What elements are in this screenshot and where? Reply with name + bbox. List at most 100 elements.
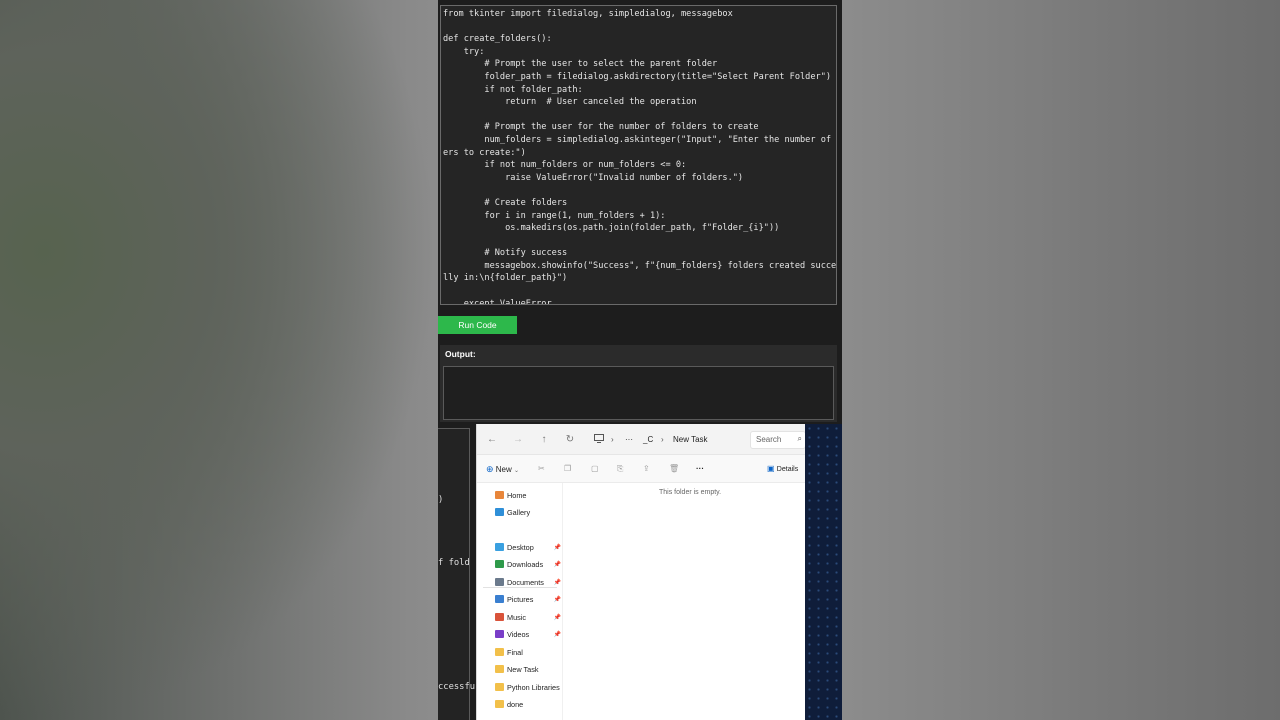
chevron-right-icon: › xyxy=(611,435,614,444)
refresh-icon[interactable]: ↻ xyxy=(564,434,576,446)
sidebar-item-label: Gallery xyxy=(507,507,531,517)
sidebar-item-label: Desktop xyxy=(507,542,534,552)
copy-icon[interactable]: ❐ xyxy=(564,463,571,475)
sidebar-item-pictures[interactable]: Pictures 📌 xyxy=(495,592,563,606)
code-line: try: xyxy=(443,46,485,57)
code-line: if not num_folders or num_folders <= 0: xyxy=(443,160,687,171)
code-line: if not folder_path: xyxy=(443,84,583,95)
code-line: raise ValueError("Invalid number of fold… xyxy=(443,172,744,183)
delete-icon[interactable]: 🗑 xyxy=(669,463,679,475)
code-fragment: f fold xyxy=(438,558,470,568)
plus-icon: ⊕ xyxy=(486,464,494,474)
code-line: ers to create:") xyxy=(443,147,526,158)
pin-icon: 📌 xyxy=(553,544,561,551)
sidebar-item-new-task[interactable]: New Task xyxy=(495,662,563,676)
sidebar-item-documents[interactable]: Documents 📌 xyxy=(495,575,563,589)
new-button[interactable]: ⊕ New ⌄ xyxy=(486,463,519,477)
sidebar-item-label: Python Libraries xyxy=(507,682,560,692)
paste-icon[interactable]: ▢ xyxy=(591,463,599,475)
sidebar-item-label: Documents xyxy=(507,577,544,587)
file-explorer-window: ← → ↑ ↻ › ··· _C › New Task Search ⌕ ⊕ N… xyxy=(476,424,805,720)
output-panel: Output: xyxy=(440,345,837,422)
code-line: lly in:\n{folder_path}") xyxy=(443,273,568,284)
sidebar-item-videos[interactable]: Videos 📌 xyxy=(495,627,563,641)
search-input[interactable]: Search ⌕ xyxy=(750,431,805,449)
documents-icon xyxy=(495,578,504,586)
code-line: from tkinter import filedialog, simpledi… xyxy=(443,9,733,19)
code-line: # Prompt the user to select the parent f… xyxy=(443,59,718,70)
sidebar-item-label: Home xyxy=(507,490,527,500)
music-icon xyxy=(495,613,504,621)
search-placeholder: Search xyxy=(756,435,782,444)
pin-icon: 📌 xyxy=(553,614,561,621)
cut-icon[interactable]: ✂ xyxy=(538,463,545,475)
sidebar-item-label: Downloads xyxy=(507,559,544,569)
pictures-icon xyxy=(495,595,504,603)
code-line: def create_folders(): xyxy=(443,34,552,45)
downloads-icon xyxy=(495,560,504,568)
command-bar: ⊕ New ⌄ ✂ ❐ ▢ ⎘ ⇪ 🗑 ··· ▣ Details xyxy=(477,455,805,483)
more-options-icon[interactable]: ··· xyxy=(696,463,704,475)
code-line: num_folders = simpledialog.askinteger("I… xyxy=(443,134,837,145)
chevron-right-icon: › xyxy=(661,435,664,444)
code-fragment: ccessfu xyxy=(438,682,476,692)
folder-icon xyxy=(495,648,504,656)
sidebar-item-label: Pictures xyxy=(507,594,534,604)
new-label: New xyxy=(495,465,512,474)
up-arrow-icon[interactable]: ↑ xyxy=(538,434,550,446)
sidebar-item-label: Videos xyxy=(507,629,530,639)
output-area[interactable] xyxy=(443,366,834,420)
home-icon xyxy=(495,491,504,499)
sidebar-item-label: New Task xyxy=(507,664,539,674)
back-arrow-icon[interactable]: ← xyxy=(486,434,498,446)
more-dots-icon[interactable]: ··· xyxy=(625,434,633,446)
sidebar-item-downloads[interactable]: Downloads 📌 xyxy=(495,557,563,571)
breadcrumb-item[interactable]: New Task xyxy=(673,434,708,446)
code-line: for i in range(1, num_folders + 1): xyxy=(443,210,666,221)
code-editor[interactable]: from tkinter import filedialog, simpledi… xyxy=(440,5,837,305)
code-line: # Create folders xyxy=(443,197,568,208)
sidebar-item-final[interactable]: Final xyxy=(495,645,563,659)
sidebar-item-done[interactable]: done xyxy=(495,697,563,711)
output-label: Output: xyxy=(445,349,476,359)
pin-icon: 📌 xyxy=(553,579,561,586)
background-blur xyxy=(0,0,438,720)
chevron-down-icon: ⌄ xyxy=(514,468,520,474)
navigation-pane: Home Gallery Desktop 📌 Downloads 📌 Documents 📌 P… xyxy=(477,483,563,720)
forward-arrow-icon[interactable]: → xyxy=(512,434,524,446)
code-line: # Notify success xyxy=(443,248,568,259)
folder-icon xyxy=(495,683,504,691)
folder-icon xyxy=(495,665,504,673)
code-line: return # User canceled the operation xyxy=(443,97,697,108)
run-code-button[interactable]: Run Code xyxy=(438,316,517,334)
background-window xyxy=(805,424,842,720)
desktop-icon xyxy=(495,543,504,551)
gallery-icon xyxy=(495,508,504,516)
address-bar: ← → ↑ ↻ › ··· _C › New Task Search ⌕ xyxy=(477,424,805,455)
details-label: Details xyxy=(776,466,799,473)
rename-icon[interactable]: ⎘ xyxy=(617,463,623,475)
monitor-icon[interactable] xyxy=(593,434,605,446)
sidebar-item-desktop[interactable]: Desktop 📌 xyxy=(495,540,563,554)
breadcrumb-item[interactable]: _C xyxy=(643,434,653,446)
search-icon: ⌕ xyxy=(797,434,802,443)
sidebar-item-label: Final xyxy=(507,647,523,657)
sidebar-item-python-libraries[interactable]: Python Libraries xyxy=(495,680,563,694)
pin-icon: 📌 xyxy=(553,631,561,638)
empty-folder-message: This folder is empty. xyxy=(659,489,722,496)
code-line: os.makedirs(os.path.join(folder_path, f"… xyxy=(443,223,780,234)
code-line: except ValueError xyxy=(443,298,552,305)
sidebar-item-gallery[interactable]: Gallery xyxy=(495,505,563,519)
code-line: folder_path = filedialog.askdirectory(ti… xyxy=(443,71,832,82)
sidebar-item-music[interactable]: Music 📌 xyxy=(495,610,563,624)
details-button[interactable]: ▣ Details xyxy=(767,463,798,476)
sidebar-item-home[interactable]: Home xyxy=(495,488,563,502)
details-pane-icon: ▣ xyxy=(767,464,775,473)
pin-icon: 📌 xyxy=(553,561,561,568)
videos-icon xyxy=(495,630,504,638)
share-icon[interactable]: ⇪ xyxy=(643,463,650,475)
